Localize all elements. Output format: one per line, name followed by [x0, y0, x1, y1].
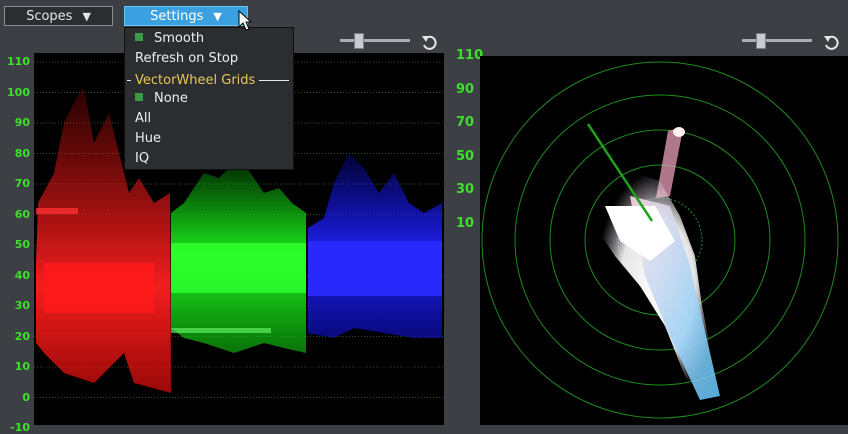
reset-rotate-icon[interactable]	[420, 33, 440, 53]
vectorscope-tick-label: 50	[456, 148, 475, 164]
checkmark-icon	[135, 93, 143, 101]
vectorscope	[480, 56, 848, 425]
waveform-tick-label: 110	[7, 55, 30, 68]
dropdown-arrow-icon: ▼	[213, 9, 222, 23]
waveform-tick-label: 30	[14, 299, 30, 312]
slider-track	[340, 39, 410, 42]
scopes-dropdown-button[interactable]: Scopes ▼	[4, 6, 113, 26]
settings-dropdown-button[interactable]: Settings ▼	[124, 6, 248, 26]
blue-band	[308, 241, 442, 296]
vectorscope-tick-label: 70	[456, 115, 475, 131]
waveform-tick-label: 100	[7, 85, 30, 99]
settings-label: Settings	[150, 8, 204, 24]
settings-menu: Smooth Refresh on Stop VectorWheel Grids…	[124, 27, 294, 170]
menu-section-vectorwheel-grids: VectorWheel Grids	[127, 72, 293, 88]
waveform-tick-label: 20	[14, 329, 30, 343]
vectorscope-tick-label: 10	[456, 216, 475, 231]
menu-item-label: All	[135, 111, 152, 126]
checkmark-icon	[135, 33, 143, 41]
waveform-tick-label: 10	[14, 360, 30, 373]
waveform-tick-label: 90	[14, 116, 30, 129]
menu-item-smooth[interactable]: Smooth	[135, 30, 204, 48]
menu-item-hue[interactable]: Hue	[135, 130, 161, 148]
menu-item-none[interactable]: None	[135, 90, 188, 108]
menu-item-label: None	[154, 91, 188, 106]
section-title: VectorWheel Grids	[135, 72, 256, 88]
scopes-label: Scopes	[26, 8, 73, 24]
waveform-tick-label: 60	[14, 207, 30, 221]
red-band	[44, 263, 154, 313]
menu-item-iq[interactable]: IQ	[135, 150, 149, 168]
mouse-pointer-icon	[238, 10, 253, 31]
waveform-tick-label: 40	[14, 268, 30, 282]
dropdown-arrow-icon: ▼	[82, 9, 91, 23]
menu-item-label: Hue	[135, 131, 162, 146]
red-band	[36, 208, 78, 214]
menu-item-refresh-on-stop[interactable]: Refresh on Stop	[135, 50, 238, 68]
slider-thumb[interactable]	[354, 33, 364, 49]
menu-item-label: Smooth	[154, 31, 205, 46]
section-divider	[259, 79, 289, 81]
menu-item-all[interactable]: All	[135, 110, 151, 128]
vectorscope-tick-label: 90	[456, 81, 475, 97]
menu-item-label: Refresh on Stop	[135, 51, 239, 66]
waveform-tick-label: -10	[10, 421, 30, 434]
waveform-tick-label: 50	[14, 238, 30, 251]
vectorscope-zoom-slider[interactable]	[742, 33, 812, 49]
green-band	[171, 243, 306, 293]
waveform-tick-label: 70	[14, 177, 30, 190]
reset-rotate-icon[interactable]	[822, 33, 842, 53]
waveform-tick-label: 80	[14, 146, 30, 160]
menu-item-label: IQ	[135, 151, 150, 166]
slider-track	[742, 39, 812, 42]
waveform-tick-label: 0	[22, 390, 30, 404]
green-band	[171, 328, 271, 333]
waveform-zoom-slider[interactable]	[340, 33, 410, 49]
vectorscope-tick-label: 110	[456, 48, 484, 63]
slider-thumb[interactable]	[756, 33, 766, 49]
vector-trace-highlight	[673, 127, 685, 137]
vectorscope-tick-label: 30	[456, 182, 475, 198]
